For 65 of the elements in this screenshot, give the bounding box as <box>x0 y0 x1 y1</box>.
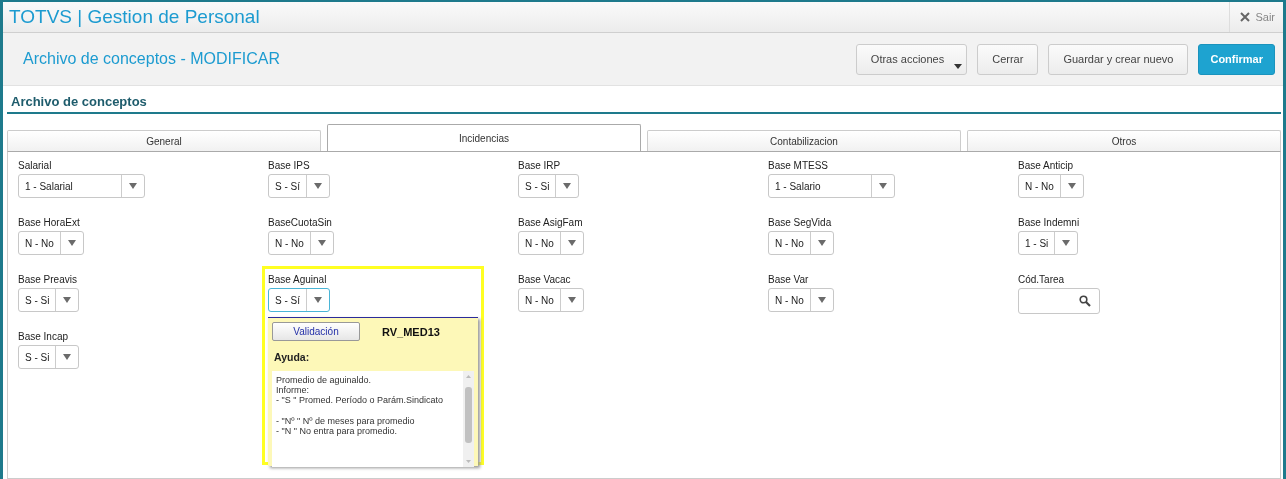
dropdown[interactable]: S - Si <box>518 174 580 198</box>
dropdown[interactable]: N - No <box>518 231 584 255</box>
close-icon <box>1240 12 1251 22</box>
dropdown[interactable]: N - No <box>768 231 834 255</box>
dropdown[interactable]: N - No <box>18 231 84 255</box>
dropdown[interactable]: 1 - Salario <box>768 174 895 198</box>
caret-icon <box>817 240 826 246</box>
validation-button[interactable]: Validación <box>272 322 360 341</box>
section-title: Archivo de conceptos <box>7 94 1281 114</box>
caret-icon <box>567 297 576 303</box>
dropdown[interactable]: N - No <box>518 288 584 312</box>
toolbar-button[interactable]: Guardar y crear nuevo <box>1048 43 1189 75</box>
dropdown[interactable]: N - No <box>1018 174 1084 198</box>
tab[interactable]: Incidencias <box>327 124 641 151</box>
field-label: BaseCuotaSin <box>268 217 332 228</box>
scrollbar[interactable] <box>463 371 474 467</box>
caret-icon <box>129 183 137 189</box>
caret-icon <box>567 240 576 246</box>
dropdown[interactable]: N - No <box>768 288 834 312</box>
field-label: Base MTESS <box>768 160 829 171</box>
page-title: Archivo de conceptos - MODIFICAR <box>23 50 280 68</box>
field-code: RV_MED13 <box>382 325 440 338</box>
field-label: Base SegVida <box>768 217 832 228</box>
dropdown[interactable]: S - Sí <box>268 174 330 198</box>
caret-icon <box>1062 240 1071 246</box>
field-label: Base Incap <box>18 331 69 342</box>
dropdown[interactable]: S - Sí <box>268 288 330 312</box>
toolbar-button[interactable]: Cerrar <box>977 43 1039 75</box>
dropdown[interactable]: 1 - Salarial <box>18 174 145 198</box>
dropdown[interactable]: 1 - Si <box>1018 231 1079 255</box>
caret-icon <box>954 63 963 69</box>
caret-icon <box>63 297 72 303</box>
field-label: Base AsigFam <box>518 217 583 228</box>
dropdown[interactable]: S - Si <box>18 288 80 312</box>
field-label: Cód.Tarea <box>1018 274 1065 285</box>
tab[interactable]: Otros <box>967 130 1281 151</box>
tab[interactable]: Contabilizacion <box>647 130 961 151</box>
caret-icon <box>563 183 572 189</box>
field-label: Base Anticip <box>1018 160 1074 171</box>
caret-icon <box>63 354 72 360</box>
field-label: Base Preavis <box>18 274 77 285</box>
help-heading: Ayuda: <box>274 351 311 363</box>
field-label: Base Vacac <box>518 274 571 285</box>
search-icon <box>1079 295 1091 307</box>
tab[interactable]: General <box>7 130 321 151</box>
dropdown[interactable]: S - Si <box>18 345 80 369</box>
caret-icon <box>317 240 326 246</box>
actions-menu-button[interactable]: Otras acciones <box>855 43 968 75</box>
field-label: Base IRP <box>518 160 561 171</box>
field-label: Base IPS <box>268 160 310 171</box>
caret-icon <box>1067 183 1076 189</box>
caret-icon <box>314 183 322 189</box>
field-label: Base Indemni <box>1018 217 1080 228</box>
caret-icon <box>879 183 887 189</box>
app-title: TOTVS | Gestion de Personal <box>9 6 260 28</box>
field-label: Base HoraExt <box>18 217 80 228</box>
caret-icon <box>67 240 76 246</box>
help-text: Promedio de aguinaldo. Informe: - "S " Promed. Período o Parám.Sindicato - "Nº " Nº de meses para promedio - "N " No entra para promedio. <box>275 374 444 438</box>
field-label: Base Aguinal <box>268 274 327 285</box>
field-label: Salarial <box>18 160 52 171</box>
dropdown[interactable]: N - No <box>268 231 334 255</box>
caret-icon <box>817 297 826 303</box>
search-field[interactable] <box>1018 288 1100 314</box>
field-label: Base Var <box>768 274 809 285</box>
caret-icon <box>314 297 322 303</box>
